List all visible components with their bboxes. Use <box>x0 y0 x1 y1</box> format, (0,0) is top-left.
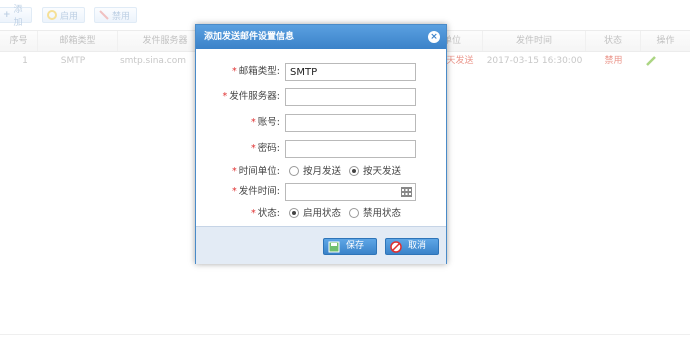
password-row: * 密码: <box>196 140 446 158</box>
password-field[interactable] <box>285 140 416 158</box>
mail-type-field[interactable] <box>285 63 416 81</box>
mail-type-row: * 邮箱类型: <box>196 63 446 81</box>
account-label: * 账号: <box>251 117 280 128</box>
time-unit-monthly-radio[interactable] <box>289 166 299 176</box>
status-enabled-label[interactable]: 启用状态 <box>303 205 341 223</box>
server-label: * 发件服务器: <box>222 91 280 102</box>
cancel-button-label: 取消 <box>408 241 427 251</box>
dialog-footer: 保存 取消 <box>196 226 446 264</box>
send-time-label: * 发件时间: <box>232 186 280 197</box>
server-field[interactable] <box>285 88 416 106</box>
time-unit-row: * 时间单位: 按月发送 按天发送 <box>196 163 446 181</box>
status-enabled-radio[interactable] <box>289 208 299 218</box>
password-label: * 密码: <box>251 143 280 154</box>
cancel-icon <box>390 241 402 259</box>
send-time-field[interactable] <box>285 183 416 201</box>
close-icon[interactable]: × <box>428 31 440 43</box>
add-mail-settings-dialog: 添加发送邮件设置信息 × *邮箱类型: *发件服务器: *账号: *密码: *时… <box>195 24 447 264</box>
time-unit-daily-label[interactable]: 按天发送 <box>363 163 401 181</box>
mail-type-label: * 邮箱类型: <box>232 66 280 77</box>
account-row: * 账号: <box>196 114 446 132</box>
server-row: * 发件服务器: <box>196 88 446 106</box>
account-field[interactable] <box>285 114 416 132</box>
time-unit-monthly-label[interactable]: 按月发送 <box>303 163 341 181</box>
save-button-label: 保存 <box>346 241 365 251</box>
status-label: * 状态: <box>251 208 280 219</box>
cancel-button[interactable]: 取消 <box>385 238 439 255</box>
save-icon <box>328 241 340 259</box>
status-row: * 状态: 启用状态 禁用状态 <box>196 205 446 223</box>
time-unit-label: * 时间单位: <box>232 166 280 177</box>
dialog-title: 添加发送邮件设置信息 <box>196 25 446 49</box>
status-disabled-label[interactable]: 禁用状态 <box>363 205 401 223</box>
save-button[interactable]: 保存 <box>323 238 377 255</box>
send-time-row: * 发件时间: <box>196 183 446 201</box>
status-disabled-radio[interactable] <box>349 208 359 218</box>
time-unit-daily-radio[interactable] <box>349 166 359 176</box>
calendar-icon[interactable] <box>401 187 412 197</box>
